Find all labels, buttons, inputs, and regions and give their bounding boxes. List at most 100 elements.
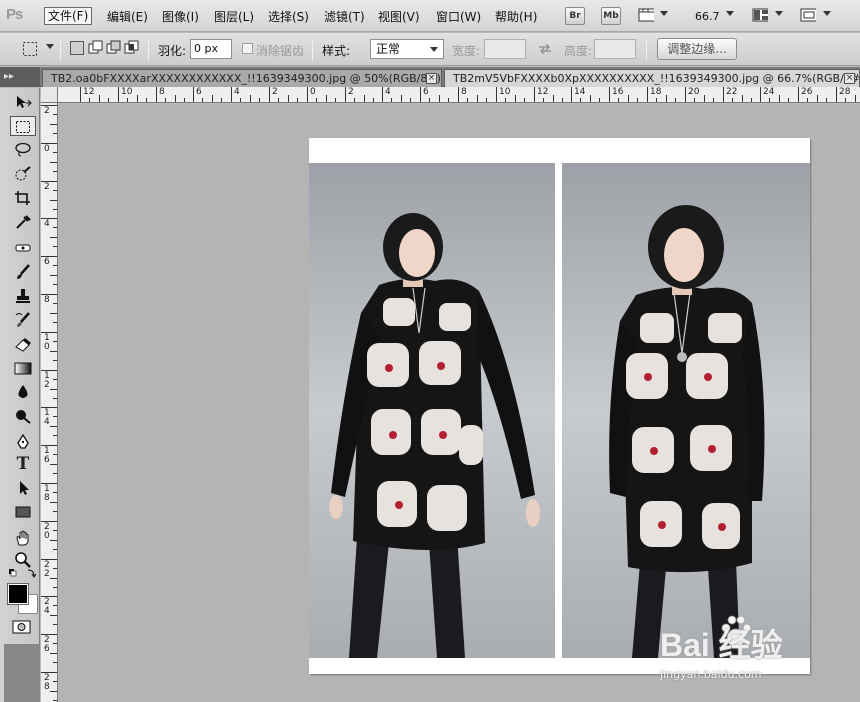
swap-dimensions-icon[interactable] xyxy=(538,44,552,54)
refine-edge-button[interactable]: 调整边缘... xyxy=(657,38,737,60)
zoom-level[interactable]: 66.7 xyxy=(692,8,723,26)
height-input[interactable] xyxy=(594,39,636,59)
feather-label: 羽化: xyxy=(158,44,187,58)
ruler-major-tick xyxy=(231,87,232,102)
ruler-minor-tick xyxy=(439,95,440,102)
history-brush-tool-icon[interactable] xyxy=(10,310,36,330)
document-tab-2[interactable]: TB2mV5VbFXXXXb0XpXXXXXXXXXX_!!1639349300… xyxy=(444,69,860,87)
ruler-minor-tick xyxy=(524,98,525,102)
feather-input[interactable]: 0 px xyxy=(190,39,232,59)
ruler-label: 6 xyxy=(44,257,50,267)
clone-stamp-tool-icon[interactable] xyxy=(10,286,36,306)
horizontal-ruler[interactable]: 12 10 8 6 4 2 0 2 4 6 8 10 12 14 16 18 20 22 24 26 28 xyxy=(58,87,860,103)
menu-window[interactable]: 窗口(W) xyxy=(433,8,484,26)
marquee-tool-icon[interactable] xyxy=(10,116,36,136)
ruler-origin[interactable] xyxy=(41,87,58,103)
zoom-tool-icon[interactable] xyxy=(10,550,36,570)
ruler-major-tick xyxy=(41,407,57,408)
gradient-tool-icon[interactable] xyxy=(10,358,36,378)
chevron-down-icon[interactable] xyxy=(46,44,54,49)
chevron-down-icon[interactable] xyxy=(660,11,668,16)
menu-image[interactable]: 图像(I) xyxy=(159,8,202,26)
chevron-down-icon[interactable] xyxy=(823,11,831,16)
add-selection-icon[interactable] xyxy=(88,40,104,56)
ruler-minor-tick xyxy=(50,540,57,541)
brush-tool-icon[interactable] xyxy=(10,262,36,282)
ruler-label: 28 xyxy=(839,87,851,97)
quick-select-tool-icon[interactable] xyxy=(10,164,36,184)
dodge-tool-icon[interactable] xyxy=(10,406,36,426)
ruler-minor-tick xyxy=(562,98,563,102)
ruler-minor-tick xyxy=(590,95,591,102)
ruler-major-tick xyxy=(41,445,57,446)
move-tool-icon[interactable] xyxy=(10,92,36,112)
pen-tool-icon[interactable] xyxy=(10,432,36,452)
panel-collapse-grip[interactable]: ▸▸ xyxy=(0,67,40,87)
menu-view[interactable]: 视图(V) xyxy=(375,8,423,26)
bridge-button[interactable]: Br xyxy=(565,7,585,25)
type-tool-icon[interactable]: T xyxy=(10,454,36,474)
document-tab-1[interactable]: TB2.oa0bFXXXXarXXXXXXXXXXXX_!!1639349300… xyxy=(42,69,442,87)
mini-bridge-button[interactable]: Mb xyxy=(601,7,621,25)
document-canvas[interactable] xyxy=(309,138,810,674)
menu-layer[interactable]: 图层(L) xyxy=(211,8,257,26)
ruler-minor-tick xyxy=(53,530,57,531)
ruler-minor-tick xyxy=(401,95,402,102)
menu-file[interactable]: 文件(F) xyxy=(44,7,93,25)
menu-select[interactable]: 选择(S) xyxy=(265,8,312,26)
eraser-tool-icon[interactable] xyxy=(10,334,36,354)
default-colors-icon[interactable] xyxy=(8,568,38,582)
view-extras-icon[interactable] xyxy=(638,8,654,22)
ruler-minor-tick xyxy=(53,265,57,266)
chevron-down-icon[interactable] xyxy=(775,11,783,16)
ruler-minor-tick xyxy=(53,209,57,210)
menu-help[interactable]: 帮助(H) xyxy=(492,8,540,26)
ruler-label: 0 xyxy=(44,144,50,154)
subtract-selection-icon[interactable] xyxy=(106,40,122,56)
ruler-minor-tick xyxy=(515,95,516,102)
ruler-label: 14 xyxy=(44,408,50,427)
hand-tool-icon[interactable] xyxy=(10,528,36,548)
ruler-minor-tick xyxy=(391,98,392,102)
ruler-minor-tick xyxy=(845,98,846,102)
arrange-documents-icon[interactable] xyxy=(752,8,768,22)
menu-edit[interactable]: 编辑(E) xyxy=(104,8,151,26)
ruler-minor-tick xyxy=(165,98,166,102)
intersect-selection-icon[interactable] xyxy=(124,40,140,56)
ruler-minor-tick xyxy=(53,190,57,191)
ruler-minor-tick xyxy=(553,95,554,102)
ruler-major-tick xyxy=(420,87,421,102)
ruler-label: 6 xyxy=(423,87,429,97)
screen-mode-icon[interactable] xyxy=(800,8,816,22)
ruler-minor-tick xyxy=(769,98,770,102)
crop-tool-icon[interactable] xyxy=(10,188,36,208)
ruler-minor-tick xyxy=(316,98,317,102)
ruler-minor-tick xyxy=(50,351,57,352)
ruler-label: 18 xyxy=(650,87,662,97)
style-select[interactable]: 正常 xyxy=(370,39,444,59)
path-select-tool-icon[interactable] xyxy=(10,478,36,498)
chevron-down-icon[interactable] xyxy=(726,11,734,16)
marquee-preset-icon[interactable] xyxy=(22,41,38,57)
ruler-minor-tick xyxy=(373,98,374,102)
antialias-checkbox[interactable] xyxy=(242,43,253,54)
rectangle-tool-icon[interactable] xyxy=(10,502,36,522)
menu-filter[interactable]: 滤镜(T) xyxy=(321,8,368,26)
width-input[interactable] xyxy=(484,39,526,59)
close-icon[interactable]: × xyxy=(426,73,437,84)
ruler-label: 0 xyxy=(310,87,316,97)
healing-brush-tool-icon[interactable] xyxy=(10,238,36,258)
ruler-minor-tick xyxy=(53,341,57,342)
ruler-major-tick xyxy=(534,87,535,102)
new-selection-icon[interactable] xyxy=(70,41,84,55)
quick-mask-icon[interactable] xyxy=(12,620,32,634)
ruler-minor-tick xyxy=(50,578,57,579)
foreground-color-swatch[interactable] xyxy=(7,583,29,605)
vertical-ruler[interactable]: 2 0 2 4 6 8 10 12 14 16 18 20 22 24 26 28 xyxy=(41,103,58,702)
close-icon[interactable]: × xyxy=(844,73,855,84)
blur-tool-icon[interactable] xyxy=(10,382,36,402)
ruler-minor-tick xyxy=(53,643,57,644)
eyedropper-tool-icon[interactable] xyxy=(10,212,36,232)
lasso-tool-icon[interactable] xyxy=(10,140,36,160)
ruler-major-tick xyxy=(345,87,346,102)
